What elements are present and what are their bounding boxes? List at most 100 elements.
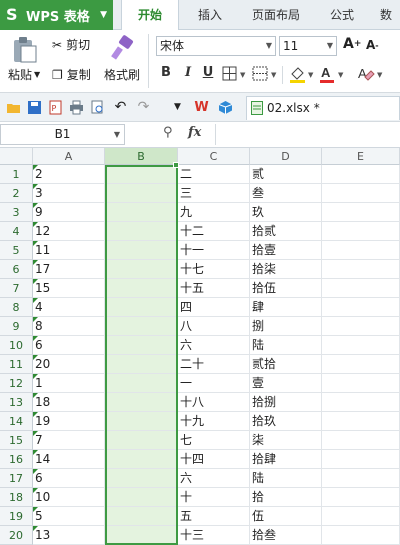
cell-b[interactable] xyxy=(105,260,178,279)
cell-c[interactable]: 二 xyxy=(178,165,250,184)
merge-cells-icon[interactable]: ▼ xyxy=(252,66,282,82)
cell-e[interactable] xyxy=(322,203,400,222)
insert-function-button[interactable]: fx xyxy=(188,125,201,140)
tab-data[interactable]: 数 xyxy=(372,0,400,30)
row-header[interactable]: 19 xyxy=(0,507,33,526)
cell-e[interactable] xyxy=(322,355,400,374)
cell-a[interactable]: 11 xyxy=(33,241,105,260)
border-icon[interactable]: ▼ xyxy=(222,66,250,82)
cell-c[interactable]: 十二 xyxy=(178,222,250,241)
wps-w-icon[interactable]: W xyxy=(194,100,209,115)
select-all-corner[interactable] xyxy=(0,148,33,165)
cell-e[interactable] xyxy=(322,336,400,355)
paste-icon[interactable] xyxy=(12,36,38,64)
row-header[interactable]: 13 xyxy=(0,393,33,412)
cell-a[interactable]: 17 xyxy=(33,260,105,279)
customize-dropdown-icon[interactable]: ▼ xyxy=(170,100,185,115)
tab-home[interactable]: 开始 xyxy=(121,0,179,31)
column-header-a[interactable]: A xyxy=(33,148,105,165)
cell-d[interactable]: 陆 xyxy=(250,336,322,355)
increase-font-icon[interactable]: A + xyxy=(343,36,361,52)
cell-e[interactable] xyxy=(322,450,400,469)
cell-e[interactable] xyxy=(322,317,400,336)
row-header[interactable]: 6 xyxy=(0,260,33,279)
print-preview-icon[interactable] xyxy=(90,100,105,115)
cell-b[interactable] xyxy=(105,393,178,412)
cell-c[interactable]: 十八 xyxy=(178,393,250,412)
cell-b[interactable] xyxy=(105,526,178,545)
cell-a[interactable]: 19 xyxy=(33,412,105,431)
clear-format-icon[interactable]: A ▼ xyxy=(356,65,386,83)
cell-c[interactable]: 二十 xyxy=(178,355,250,374)
fill-handle[interactable] xyxy=(173,162,179,168)
undo-icon[interactable]: ↶ xyxy=(113,100,128,115)
row-header[interactable]: 2 xyxy=(0,184,33,203)
format-painter-icon[interactable] xyxy=(110,35,136,61)
cell-a[interactable]: 15 xyxy=(33,279,105,298)
row-header[interactable]: 17 xyxy=(0,469,33,488)
cut-button[interactable]: ✂ 剪切 xyxy=(52,36,90,53)
cell-b[interactable] xyxy=(105,184,178,203)
cell-c[interactable]: 八 xyxy=(178,317,250,336)
row-header[interactable]: 10 xyxy=(0,336,33,355)
cell-e[interactable] xyxy=(322,526,400,545)
cell-c[interactable]: 五 xyxy=(178,507,250,526)
row-header[interactable]: 12 xyxy=(0,374,33,393)
cell-b[interactable] xyxy=(105,336,178,355)
cell-b[interactable] xyxy=(105,241,178,260)
row-header[interactable]: 9 xyxy=(0,317,33,336)
document-tab[interactable]: 02.xlsx * xyxy=(246,96,400,120)
cell-e[interactable] xyxy=(322,298,400,317)
cell-d[interactable]: 陆 xyxy=(250,469,322,488)
open-folder-icon[interactable] xyxy=(6,100,21,115)
cell-a[interactable]: 1 xyxy=(33,374,105,393)
cell-e[interactable] xyxy=(322,469,400,488)
cell-e[interactable] xyxy=(322,488,400,507)
cell-c[interactable]: 十四 xyxy=(178,450,250,469)
cell-d[interactable]: 拾壹 xyxy=(250,241,322,260)
row-header[interactable]: 16 xyxy=(0,450,33,469)
cell-c[interactable]: 三 xyxy=(178,184,250,203)
cell-b[interactable] xyxy=(105,279,178,298)
cell-a[interactable]: 2 xyxy=(33,165,105,184)
cell-d[interactable]: 拾玖 xyxy=(250,412,322,431)
decrease-font-icon[interactable]: A- xyxy=(366,38,379,52)
cell-a[interactable]: 4 xyxy=(33,298,105,317)
cell-c[interactable]: 十三 xyxy=(178,526,250,545)
cloud-cube-icon[interactable] xyxy=(218,100,233,115)
cell-b[interactable] xyxy=(105,222,178,241)
tab-page-layout[interactable]: 页面布局 xyxy=(240,0,312,30)
cell-e[interactable] xyxy=(322,184,400,203)
cell-a[interactable]: 10 xyxy=(33,488,105,507)
cell-d[interactable]: 壹 xyxy=(250,374,322,393)
cell-e[interactable] xyxy=(322,374,400,393)
cell-a[interactable]: 14 xyxy=(33,450,105,469)
row-header[interactable]: 11 xyxy=(0,355,33,374)
row-header[interactable]: 8 xyxy=(0,298,33,317)
copy-button[interactable]: ❐ 复制 xyxy=(52,66,91,83)
row-header[interactable]: 20 xyxy=(0,526,33,545)
cell-d[interactable]: 拾肆 xyxy=(250,450,322,469)
cell-c[interactable]: 四 xyxy=(178,298,250,317)
cell-d[interactable]: 贰拾 xyxy=(250,355,322,374)
cell-a[interactable]: 9 xyxy=(33,203,105,222)
export-pdf-icon[interactable]: P xyxy=(48,100,63,115)
tab-insert[interactable]: 插入 xyxy=(186,0,234,30)
row-header[interactable]: 15 xyxy=(0,431,33,450)
app-menu-button[interactable]: S WPS 表格 ▼ xyxy=(0,0,113,30)
cell-b[interactable] xyxy=(105,469,178,488)
cell-a[interactable]: 12 xyxy=(33,222,105,241)
cell-d[interactable]: 拾伍 xyxy=(250,279,322,298)
cell-d[interactable]: 肆 xyxy=(250,298,322,317)
cell-c[interactable]: 六 xyxy=(178,336,250,355)
cell-a[interactable]: 18 xyxy=(33,393,105,412)
cell-b[interactable] xyxy=(105,412,178,431)
row-header[interactable]: 4 xyxy=(0,222,33,241)
underline-button[interactable]: U xyxy=(200,64,216,82)
cell-d[interactable]: 伍 xyxy=(250,507,322,526)
name-box[interactable]: B1 ▼ xyxy=(0,124,125,145)
format-painter-button[interactable]: 格式刷 xyxy=(104,66,140,83)
cell-c[interactable]: 六 xyxy=(178,469,250,488)
cell-a[interactable]: 13 xyxy=(33,526,105,545)
cell-e[interactable] xyxy=(322,279,400,298)
